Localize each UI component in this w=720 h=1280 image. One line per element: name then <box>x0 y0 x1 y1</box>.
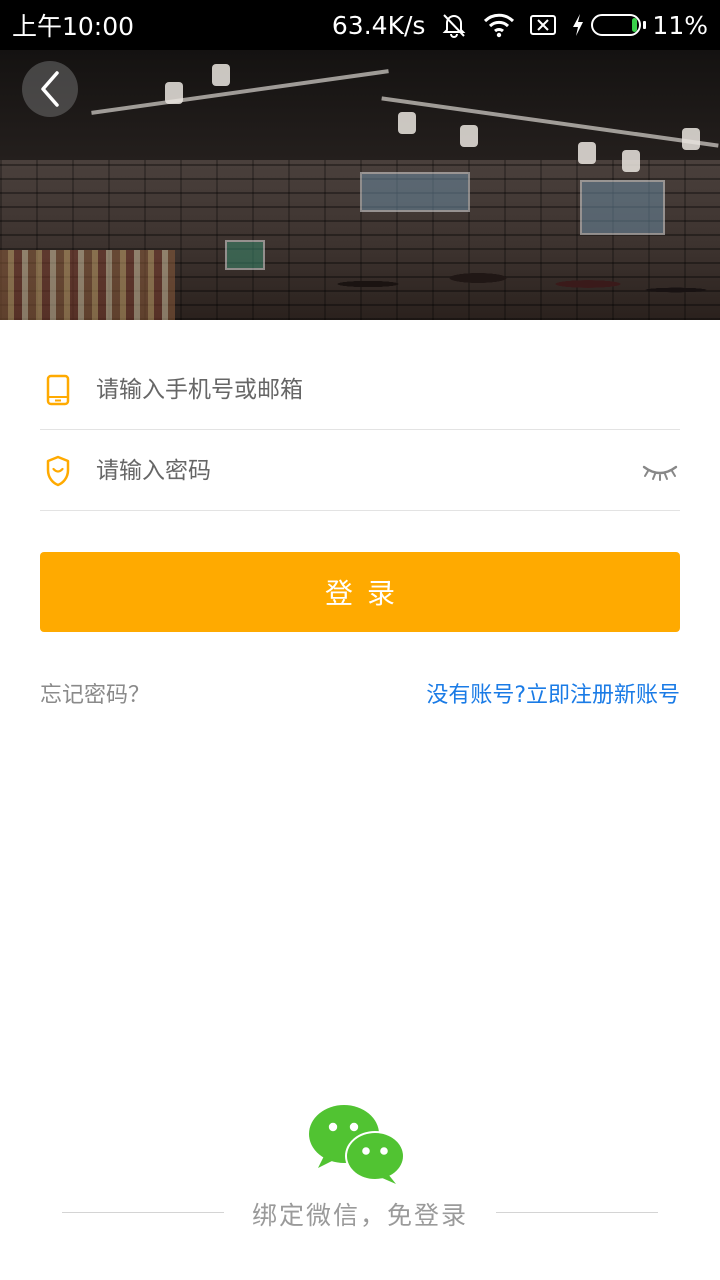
mute-bell-icon <box>439 10 469 40</box>
battery-indicator: 11% <box>571 11 708 40</box>
account-input[interactable] <box>96 359 680 420</box>
chevron-left-icon <box>41 71 59 107</box>
hero-spotlight <box>622 150 640 172</box>
register-link[interactable]: 没有账号?立即注册新账号 <box>426 677 680 709</box>
back-button[interactable] <box>22 61 78 117</box>
battery-fill <box>632 18 638 32</box>
hero-ceiling <box>0 50 720 160</box>
hero-crowd <box>280 260 720 320</box>
wechat-login-label[interactable]: 绑定微信，免登录 <box>0 1196 720 1232</box>
shield-icon <box>42 455 74 487</box>
hero-spotlight <box>460 125 478 147</box>
hero-image <box>0 50 720 320</box>
battery-tip <box>643 21 647 29</box>
wechat-icon[interactable] <box>308 1104 406 1184</box>
password-field <box>40 431 680 511</box>
hero-spotlight <box>212 64 230 86</box>
hero-spotlight <box>682 128 700 150</box>
wifi-icon <box>483 12 515 38</box>
battery-icon <box>591 14 642 36</box>
phone-icon <box>42 374 74 406</box>
sim-off-icon <box>529 13 557 37</box>
eye-closed-icon[interactable] <box>640 459 680 483</box>
hero-screen <box>580 180 665 235</box>
network-speed: 63.4K/s <box>331 10 426 40</box>
wechat-label-text: 绑定微信，免登录 <box>251 1201 468 1230</box>
battery-percent: 11% <box>652 10 708 40</box>
account-field <box>40 350 680 430</box>
forgot-password-link[interactable]: 忘记密码？ <box>40 677 150 709</box>
hero-shelf <box>0 250 175 320</box>
password-input[interactable] <box>96 440 640 501</box>
hero-sign <box>360 172 470 212</box>
charging-icon <box>573 14 584 36</box>
hero-poster <box>225 240 265 270</box>
hero-spotlight <box>578 142 596 164</box>
hero-spotlight <box>398 112 416 134</box>
login-button[interactable]: 登录 <box>40 552 680 632</box>
status-bar: 上午10:00 63.4K/s 11% <box>0 0 720 50</box>
status-time: 上午10:00 <box>12 12 135 41</box>
hero-spotlight <box>165 82 183 104</box>
